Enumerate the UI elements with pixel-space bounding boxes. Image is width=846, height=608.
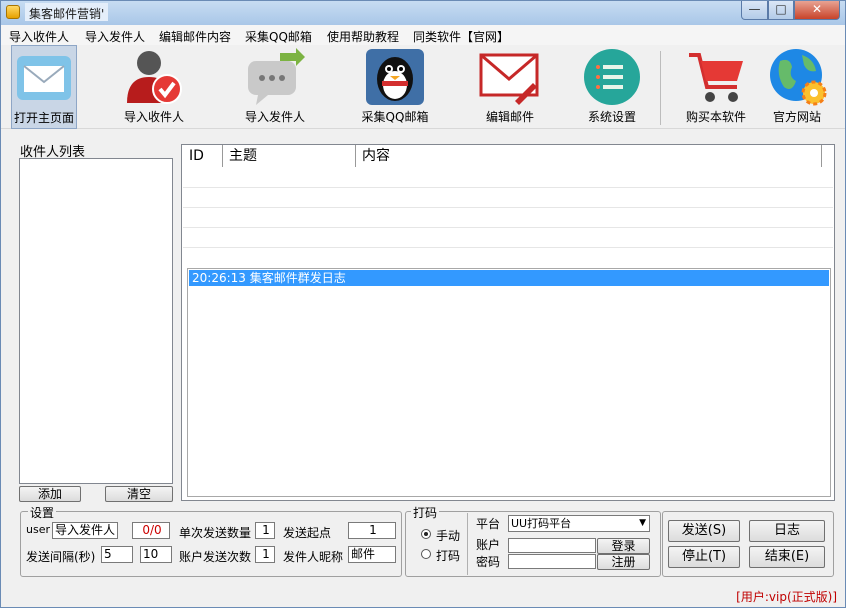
maximize-button[interactable]: □ [768, 1, 794, 20]
grid-row-line [183, 207, 833, 208]
single-send-field[interactable]: 1 [255, 522, 275, 539]
interval-min-field[interactable]: 5 [101, 546, 133, 563]
nickname-field[interactable]: 邮件 [348, 546, 396, 563]
send-button[interactable]: 发送(S) [668, 520, 740, 542]
add-button[interactable]: 添加 [19, 486, 81, 502]
manual-radio[interactable] [421, 529, 431, 539]
account-label: 账户 [476, 538, 501, 552]
end-button[interactable]: 结束(E) [749, 546, 825, 568]
menu-help[interactable]: 使用帮助教程 [327, 28, 399, 45]
log-entry[interactable]: 20:26:13 集客邮件群发日志 [189, 270, 829, 286]
interval-label: 发送间隔(秒) [26, 550, 96, 564]
buy-software-button[interactable]: 购买本软件 [681, 45, 751, 129]
recipient-list[interactable] [19, 158, 173, 484]
import-recipients-button[interactable]: 导入收件人 [119, 45, 189, 129]
settings-group [20, 511, 402, 577]
start-point-label: 发送起点 [283, 526, 332, 540]
captcha-divider [467, 513, 468, 575]
menu-edit-mail[interactable]: 编辑邮件内容 [159, 28, 231, 45]
captcha-group-title: 打码 [411, 504, 440, 521]
grid-row-line [183, 227, 833, 228]
toolbar-label: 官方网站 [772, 110, 821, 124]
log-list[interactable] [187, 268, 831, 497]
toolbar-label: 编辑邮件 [485, 110, 534, 124]
window-title: 集客邮件营销' [25, 3, 109, 21]
grid-row-line [183, 187, 833, 188]
interval-max-field[interactable]: 10 [140, 546, 172, 563]
toolbar-label: 打开主页面 [13, 111, 74, 125]
menu-import-senders[interactable]: 导入发件人 [85, 28, 145, 45]
password-field[interactable] [508, 554, 596, 569]
system-settings-button[interactable]: 系统设置 [579, 45, 645, 129]
title-bar: 集客邮件营销' — □ ✕ [1, 1, 845, 25]
single-send-label: 单次发送数量 [179, 526, 252, 540]
import-senders-button[interactable]: 导入发件人 [239, 45, 311, 129]
menu-import-recipients[interactable]: 导入收件人 [9, 28, 69, 45]
import-sender-field[interactable]: 导入发件人 [52, 522, 118, 539]
grid-header-subject[interactable]: 主题 [223, 145, 356, 167]
platform-select-value: UU打码平台 [511, 517, 572, 530]
toolbar-label: 采集QQ邮箱 [361, 110, 429, 124]
account-field[interactable] [508, 538, 596, 553]
start-point-field[interactable]: 1 [348, 522, 396, 539]
toolbar-label: 系统设置 [587, 110, 636, 124]
collect-qq-button[interactable]: 采集QQ邮箱 [359, 45, 431, 129]
menu-collect-qq[interactable]: 采集QQ邮箱 [245, 28, 312, 45]
grid-header-id[interactable]: ID [183, 145, 223, 167]
toolbar: 打开主页面 导入收件人 导入发件人 采集QQ邮箱 编辑邮件 系统设置 购买本软件… [1, 45, 845, 129]
menu-bar: 导入收件人 导入发件人 编辑邮件内容 采集QQ邮箱 使用帮助教程 同类软件【官网… [1, 25, 845, 45]
nickname-label: 发件人昵称 [283, 550, 344, 564]
official-site-button[interactable]: 官方网站 [765, 45, 829, 129]
app-icon [6, 5, 20, 19]
auto-captcha-label: 打码 [436, 549, 461, 563]
chevron-down-icon: ▼ [639, 518, 646, 528]
stop-button[interactable]: 停止(T) [668, 546, 740, 568]
open-home-button[interactable]: 打开主页面 [11, 45, 77, 129]
user-check-icon [127, 51, 182, 104]
settings-list-icon [584, 49, 640, 105]
menu-similar-software[interactable]: 同类软件【官网】 [413, 28, 509, 45]
account-send-label: 账户发送次数 [179, 550, 252, 564]
status-bar: [用户:vip(正式版)] [1, 585, 845, 607]
chat-arrow-icon [248, 48, 305, 105]
login-button[interactable]: 登录 [597, 538, 650, 554]
close-button[interactable]: ✕ [794, 1, 840, 20]
settings-group-title: 设置 [28, 504, 57, 521]
manual-radio-label: 手动 [436, 529, 461, 543]
platform-label: 平台 [476, 517, 501, 531]
auto-captcha-radio[interactable] [421, 549, 431, 559]
shopping-cart-icon [689, 53, 743, 102]
register-button[interactable]: 注册 [597, 554, 650, 570]
toolbar-label: 购买本软件 [685, 110, 746, 124]
send-counter: 0/0 [132, 522, 170, 539]
account-send-field[interactable]: 1 [255, 546, 275, 563]
password-label: 密码 [476, 555, 501, 569]
mail-edit-icon [479, 53, 539, 105]
globe-gear-icon [770, 49, 827, 106]
toolbar-separator [660, 51, 661, 125]
user-status: [用户:vip(正式版)] [736, 590, 837, 604]
minimize-button[interactable]: — [741, 1, 768, 20]
main-window: 集客邮件营销' — □ ✕ 导入收件人 导入发件人 编辑邮件内容 采集QQ邮箱 … [0, 0, 846, 608]
qq-penguin-icon [366, 49, 424, 105]
grid-row-line [183, 247, 833, 248]
user-label: user [26, 523, 50, 536]
toolbar-label: 导入发件人 [244, 110, 305, 124]
clear-button[interactable]: 清空 [105, 486, 173, 502]
mail-envelope-icon [17, 56, 71, 100]
grid-header-content[interactable]: 内容 [356, 145, 822, 167]
platform-select[interactable]: UU打码平台 ▼ [508, 515, 650, 532]
toolbar-label: 导入收件人 [123, 110, 184, 124]
edit-mail-button[interactable]: 编辑邮件 [477, 45, 543, 129]
log-button[interactable]: 日志 [749, 520, 825, 542]
